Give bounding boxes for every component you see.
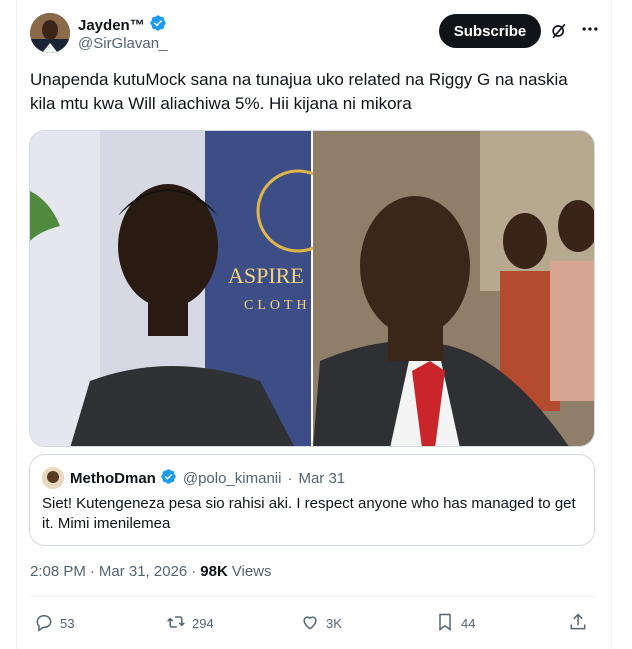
quoted-tweet-header: MethoDman @polo_kimanii · Mar 31 [42,467,345,489]
share-button[interactable] [568,612,588,635]
bookmark-icon [435,612,455,635]
author-display-name[interactable]: Jayden™ [78,17,145,34]
views-count: 98K [200,563,228,580]
reply-count: 53 [60,616,75,631]
like-count: 3K [326,616,342,631]
media-sign-line2: CLOTH [244,298,311,313]
quoted-author-avatar[interactable] [42,467,64,489]
tweet-media[interactable]: ASPIRE CLOTH [29,130,595,447]
like-button[interactable]: 3K [300,612,342,635]
author-name-row[interactable]: Jayden™ [78,14,167,36]
quoted-tweet-text: Siet! Kutengeneza pesa sio rahisi aki. I… [42,495,576,532]
subscribe-button[interactable]: Subscribe [439,14,541,48]
views-label: Views [231,563,272,580]
grok-icon[interactable] [549,21,569,41]
tweet-date[interactable]: Mar 31, 2026 [99,563,187,580]
media-photo-right[interactable] [313,131,595,447]
share-icon [568,612,588,635]
quoted-tweet[interactable]: MethoDman @polo_kimanii · Mar 31 Siet! K… [29,454,595,546]
repost-icon [166,612,186,635]
heart-icon [300,612,320,635]
meta-separator: · [89,563,95,580]
divider [30,596,596,597]
quoted-date[interactable]: Mar 31 [298,470,345,487]
bookmark-count: 44 [461,616,476,631]
tweet-meta: 2:08 PM · Mar 31, 2026 · 98K Views [30,563,272,580]
reply-icon [34,612,54,635]
tweet-time[interactable]: 2:08 PM [30,563,86,580]
tweet-text: Unapenda kutuMock sana na tunajua uko re… [30,70,568,113]
bookmark-button[interactable]: 44 [435,612,475,635]
verified-badge-icon [160,468,177,489]
quoted-separator: · [287,469,293,487]
more-icon[interactable] [580,19,600,39]
reply-button[interactable]: 53 [34,612,74,635]
media-sign-line1: ASPIRE [228,263,304,288]
action-bar: 53 294 3K 44 [30,612,596,638]
media-photo-left[interactable]: ASPIRE CLOTH [30,131,340,447]
author-avatar[interactable] [30,13,70,53]
verified-badge-icon [149,14,167,36]
meta-separator: · [191,563,197,580]
author-handle[interactable]: @SirGlavan_ [78,35,167,52]
quoted-author-handle[interactable]: @polo_kimanii [183,470,282,487]
repost-button[interactable]: 294 [166,612,214,635]
quoted-author-name[interactable]: MethoDman [70,470,156,487]
repost-count: 294 [192,616,214,631]
